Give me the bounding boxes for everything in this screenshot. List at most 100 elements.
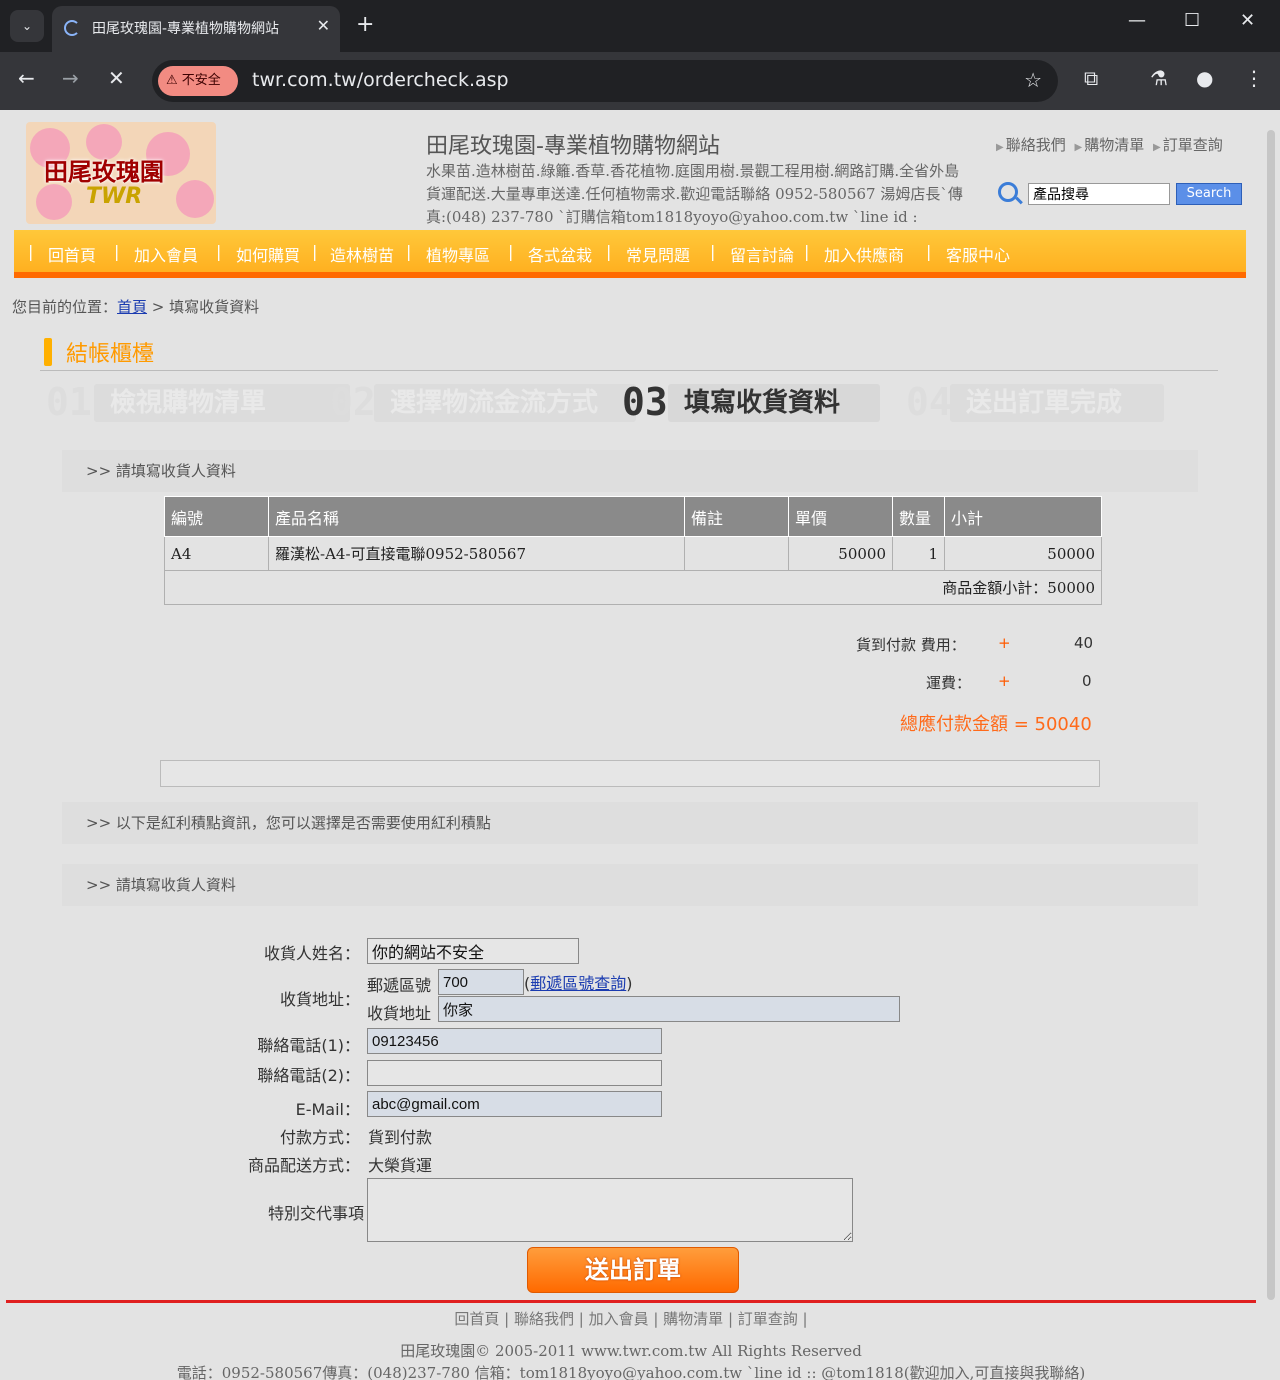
col-note: 備註 [684, 496, 789, 537]
nav-bonsai[interactable]: 各式盆栽 [528, 242, 592, 266]
main-nav: | 回首頁 | 加入會員 | 如何購買 | 造林樹苗 | 植物專區 | 各式盆栽… [14, 230, 1246, 278]
top-links: ▶ 聯絡我們 ▶ 購物清單 ▶ 訂單查詢 [996, 136, 1223, 154]
breadcrumb-home-link[interactable]: 首頁 [117, 298, 147, 316]
nav-join[interactable]: 加入會員 [134, 242, 198, 266]
cell-subtotal: 50000 [944, 536, 1102, 571]
step-4-number: 04 [906, 380, 952, 424]
address-bar[interactable]: ⚠ 不安全 twr.com.tw/ordercheck.asp ☆ [152, 60, 1058, 102]
table-row: A4 羅漢松-A4-可直接電聯0952-580567 50000 1 50000 [164, 536, 1102, 571]
top-link-cart[interactable]: 購物清單 [1084, 136, 1144, 154]
footer-links[interactable]: 回首頁 | 聯絡我們 | 加入會員 | 購物清單 | 訂單查詢 | [0, 1308, 1262, 1329]
total-amount: 總應付款金額 = 50040 [900, 714, 1092, 735]
zip-lookup-link[interactable]: 郵遞區號查詢 [530, 974, 626, 993]
divider [40, 370, 1218, 371]
zip-label: 郵遞區號 [367, 976, 432, 995]
payment-value: 貨到付款 [368, 1128, 433, 1147]
maximize-icon[interactable]: ☐ [1184, 10, 1200, 31]
addr-label: 收貨地址 [367, 1004, 432, 1023]
step-3-number: 03 [622, 380, 668, 424]
cell-qty: 1 [892, 536, 945, 571]
footer-contact: 電話：0952-580567傳真：(048)237-780 信箱：tom1818… [176, 1364, 1086, 1380]
phone1-label: 聯絡電話(1)： [257, 1036, 360, 1055]
top-link-order-query[interactable]: 訂單查詢 [1163, 136, 1223, 154]
tab-search-dropdown[interactable]: ⌄ [10, 10, 44, 42]
note-label: 特別交代事項 [267, 1204, 364, 1223]
nav-supplier[interactable]: 加入供應商 [824, 242, 904, 266]
col-id: 編號 [164, 496, 269, 537]
site-title: 田尾玫瑰園-專業植物購物網站 [426, 134, 720, 159]
zip-input[interactable] [438, 969, 524, 995]
shipping-label: 運費： [926, 674, 972, 692]
nav-how-to-buy[interactable]: 如何購買 [236, 242, 300, 266]
nav-saplings[interactable]: 造林樹苗 [330, 242, 394, 266]
subtotal-row: 商品金額小計：50000 [164, 570, 1102, 605]
search-input[interactable] [1028, 183, 1170, 205]
site-logo[interactable]: 田尾玫瑰園 TWR [26, 122, 216, 224]
email-input[interactable] [367, 1091, 662, 1117]
nav-service[interactable]: 客服中心 [946, 242, 1010, 266]
cell-price: 50000 [788, 536, 893, 571]
menu-icon[interactable]: ⋮ [1244, 66, 1264, 90]
search-button[interactable]: Search [1176, 183, 1242, 205]
close-window-icon[interactable]: ✕ [1240, 10, 1255, 31]
breadcrumb-prefix: 您目前的位置： [12, 298, 118, 316]
section-heading-bonus: >> 以下是紅利積點資訊，您可以選擇是否需要使用紅利積點 [62, 802, 1198, 844]
stop-icon[interactable]: ✕ [108, 66, 125, 90]
name-input[interactable] [367, 938, 579, 964]
section-heading-recipient: >> 請填寫收貨人資料 [62, 450, 1198, 492]
back-icon[interactable]: ← [18, 66, 35, 90]
profile-icon[interactable]: ● [1196, 66, 1213, 90]
col-subtotal: 小計 [944, 496, 1102, 537]
not-secure-badge[interactable]: ⚠ 不安全 [158, 66, 238, 96]
shipping-value: 0 [1082, 672, 1092, 690]
step-1-label: 檢視購物清單 [94, 384, 350, 422]
logo-subtext: TWR [86, 184, 143, 209]
step-1-number: 01 [46, 380, 92, 424]
zip-lookup: (郵遞區號查詢) [524, 974, 633, 993]
payment-label: 付款方式： [279, 1128, 360, 1147]
delivery-value: 大榮貨運 [368, 1156, 433, 1175]
cell-name: 羅漢松-A4-可直接電聯0952-580567 [268, 536, 685, 571]
tab-title: 田尾玫瑰園-專業植物購物網站 [92, 21, 280, 37]
browser-tab[interactable]: 田尾玫瑰園-專業植物購物網站 ✕ [52, 6, 340, 52]
bookmark-star-icon[interactable]: ☆ [1024, 68, 1042, 92]
checkout-marker [44, 338, 52, 366]
name-label: 收貨人姓名： [263, 944, 360, 963]
top-link-contact[interactable]: 聯絡我們 [1006, 136, 1066, 154]
nav-plants[interactable]: 植物專區 [426, 242, 490, 266]
tab-close-icon[interactable]: ✕ [317, 16, 330, 35]
subtotal-cell: 商品金額小計：50000 [164, 570, 1102, 605]
cell-id: A4 [164, 536, 269, 571]
labs-icon[interactable]: ⚗ [1150, 66, 1168, 90]
phone1-input[interactable] [367, 1028, 662, 1054]
address-label: 收貨地址： [279, 990, 360, 1009]
url-text[interactable]: twr.com.tw/ordercheck.asp [252, 69, 509, 91]
nav-guestbook[interactable]: 留言討論 [730, 242, 794, 266]
breadcrumb-current: 填寫收貨資料 [169, 298, 260, 316]
note-textarea[interactable] [367, 1178, 853, 1242]
browser-toolbar: ← → ✕ ⚠ 不安全 twr.com.tw/ordercheck.asp ☆ … [0, 52, 1280, 110]
delivery-label: 商品配送方式： [247, 1156, 360, 1175]
warning-icon: ⚠ [166, 73, 182, 88]
table-header-row: 編號 產品名稱 備註 單價 數量 小計 [164, 496, 1102, 537]
nav-faq[interactable]: 常見問題 [626, 242, 690, 266]
nav-home[interactable]: 回首頁 [48, 242, 96, 266]
extensions-icon[interactable]: ⧉ [1084, 66, 1098, 90]
new-tab-icon[interactable]: + [356, 12, 374, 37]
forward-icon[interactable]: → [62, 66, 79, 90]
loading-icon [64, 20, 80, 36]
submit-order-button[interactable]: 送出訂單 [527, 1247, 739, 1293]
breadcrumb-sep: > [147, 298, 170, 316]
address-input[interactable] [438, 996, 900, 1022]
scrollbar-thumb[interactable] [1267, 130, 1275, 1300]
browser-tab-strip: ⌄ 田尾玫瑰園-專業植物購物網站 ✕ + — ☐ ✕ [0, 0, 1280, 52]
page-scrollbar[interactable] [1262, 110, 1280, 1380]
step-2-number: 02 [330, 380, 376, 424]
phone2-input[interactable] [367, 1060, 662, 1086]
cod-fee-value: 40 [1074, 634, 1094, 652]
footer-divider [6, 1300, 1256, 1303]
cell-note [684, 536, 789, 571]
minimize-icon[interactable]: — [1128, 10, 1146, 31]
col-name: 產品名稱 [268, 496, 685, 537]
web-page: 田尾玫瑰園 TWR 田尾玫瑰園-專業植物購物網站 水果苗.造林樹苗.綠籬.香草.… [0, 110, 1262, 1380]
